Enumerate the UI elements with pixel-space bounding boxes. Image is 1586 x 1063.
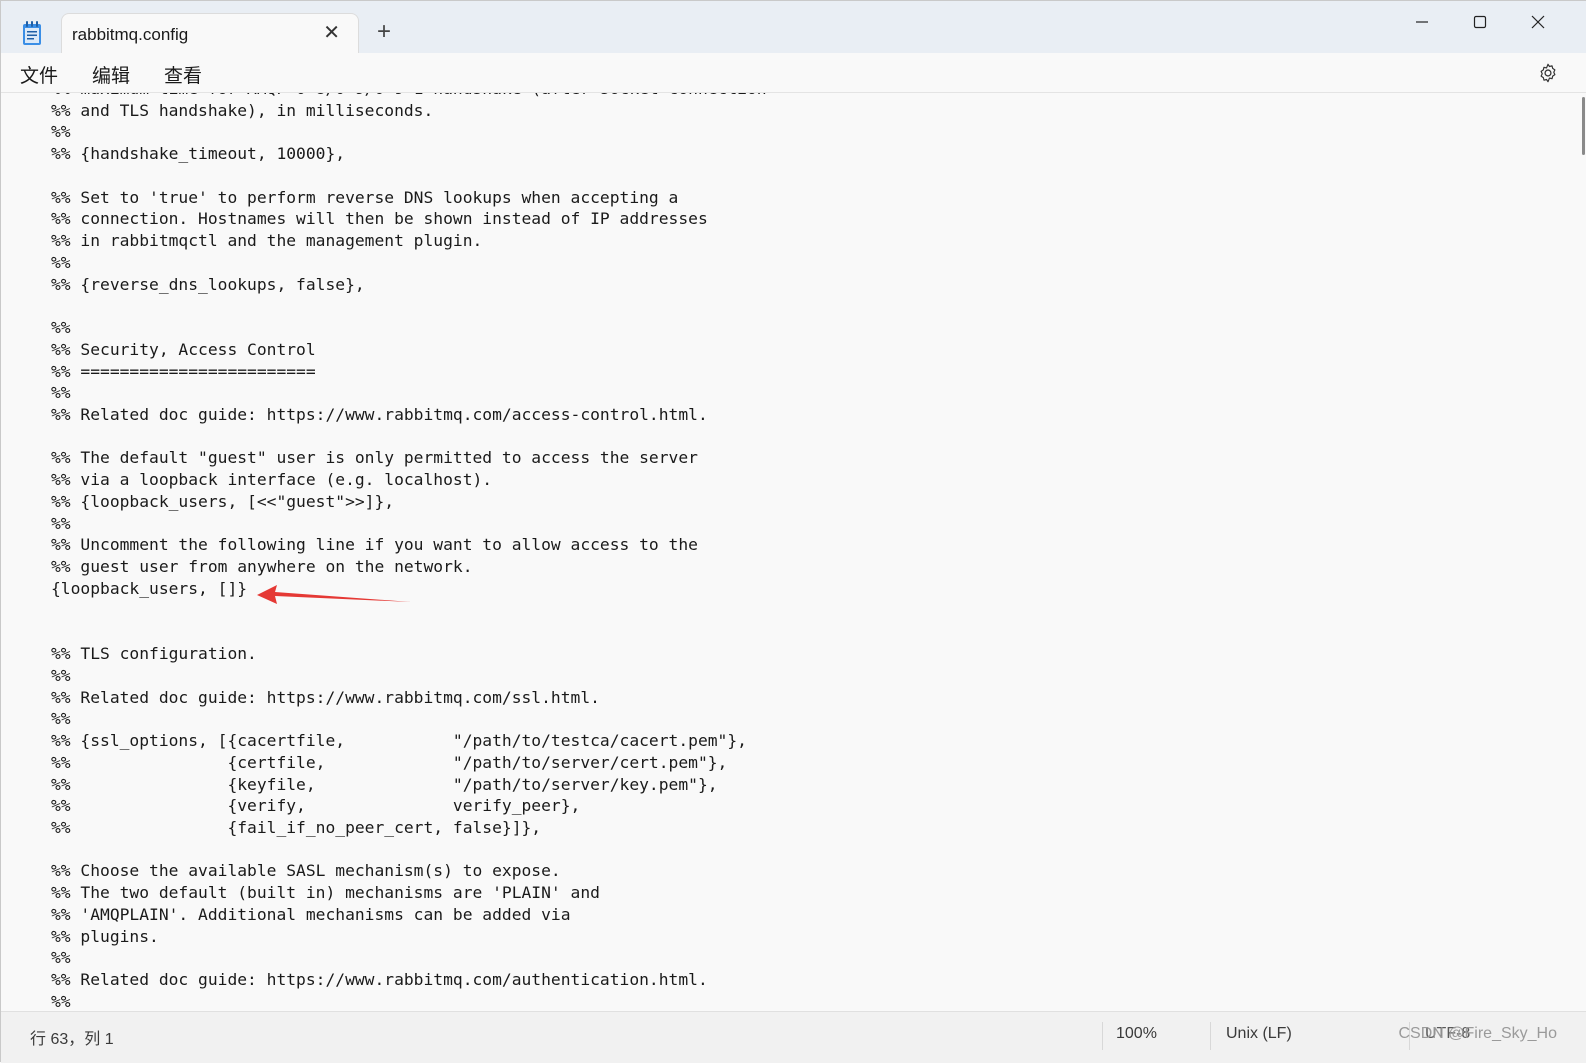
code-line: %% via a loopback interface (e.g. localh… <box>51 470 493 490</box>
tab-label: rabbitmq.config <box>72 25 189 44</box>
settings-gear-icon[interactable] <box>1537 62 1559 84</box>
code-line: %% {loopback_users, [<<"guest">>]}, <box>51 491 395 511</box>
code-line: %% <box>51 122 71 142</box>
code-line: %% <box>51 513 71 533</box>
code-line: %% TLS configuration. <box>51 644 257 664</box>
code-line: %% guest user from anywhere on the netwo… <box>51 557 473 577</box>
tab-rabbitmq-config[interactable]: rabbitmq.config ✕ <box>61 13 359 53</box>
minimize-icon <box>1416 21 1428 23</box>
editor-content: %% maximum time for AMQP 0-8/0-9/0-9-1 h… <box>51 93 767 1011</box>
code-line: %% Uncomment the following line if you w… <box>51 535 698 555</box>
minimize-button[interactable] <box>1399 7 1445 37</box>
code-line: %% Security, Access Control <box>51 339 316 359</box>
close-icon <box>1531 15 1545 29</box>
menu-edit[interactable]: 编辑 <box>92 61 130 88</box>
status-divider <box>1210 1022 1211 1050</box>
code-line: %% and TLS handshake), in milliseconds. <box>51 100 434 120</box>
code-line: %% {handshake_timeout, 10000}, <box>51 144 346 164</box>
code-line: %% ======================== <box>51 361 316 381</box>
line-ending[interactable]: Unix (LF) <box>1226 1025 1292 1043</box>
code-line: %% <box>51 383 71 403</box>
zoom-level[interactable]: 100% <box>1116 1025 1157 1043</box>
code-line: %% Related doc guide: https://www.rabbit… <box>51 405 708 425</box>
notepad-app-icon <box>23 21 41 45</box>
code-line: %% 'AMQPLAIN'. Additional mechanisms can… <box>51 904 571 924</box>
code-line: %% {verify, verify_peer}, <box>51 796 581 816</box>
code-line: %% Related doc guide: https://www.rabbit… <box>51 687 600 707</box>
red-arrow-annotation <box>257 585 411 604</box>
code-line: %% {keyfile, "/path/to/server/key.pem"}, <box>51 774 718 794</box>
notepad-window: rabbitmq.config ✕ + 文件 编辑 查看 %% maximum … <box>0 0 1586 1063</box>
code-line: %% in rabbitmqctl and the management plu… <box>51 231 483 251</box>
code-line: %% connection. Hostnames will then be sh… <box>51 209 708 229</box>
code-line: %% <box>51 665 71 685</box>
status-bar: 行 63，列 1 100% Unix (LF) UTF-8 CSDN @Fire… <box>1 1011 1586 1063</box>
code-line: %% plugins. <box>51 926 159 946</box>
menu-view[interactable]: 查看 <box>164 61 202 88</box>
close-window-button[interactable] <box>1515 7 1561 37</box>
watermark: CSDN @Fire_Sky_Ho <box>1398 1025 1558 1042</box>
text-editor[interactable]: %% maximum time for AMQP 0-8/0-9/0-9-1 h… <box>1 93 1586 1011</box>
vertical-scrollbar[interactable] <box>1582 97 1585 155</box>
code-line: %% Set to 'true' to perform reverse DNS … <box>51 187 679 207</box>
code-line: %% <box>51 252 71 272</box>
maximize-icon <box>1473 15 1487 29</box>
code-line: %% {reverse_dns_lookups, false}, <box>51 274 365 294</box>
code-line: %% The default "guest" user is only perm… <box>51 448 698 468</box>
close-tab-icon[interactable]: ✕ <box>323 23 340 43</box>
new-tab-button[interactable]: + <box>377 20 391 44</box>
code-line: %% {fail_if_no_peer_cert, false}]}, <box>51 817 542 837</box>
maximize-button[interactable] <box>1457 7 1503 37</box>
status-divider <box>1102 1022 1103 1050</box>
code-line: %% {certfile, "/path/to/server/cert.pem"… <box>51 752 728 772</box>
title-bar: rabbitmq.config ✕ + <box>1 1 1586 53</box>
code-line: %% {ssl_options, [{cacertfile, "/path/to… <box>51 731 747 751</box>
code-line: %% maximum time for AMQP 0-8/0-9/0-9-1 h… <box>51 93 767 100</box>
code-line: %% Related doc guide: https://www.rabbit… <box>51 970 708 990</box>
code-line: %% Choose the available SASL mechanism(s… <box>51 861 561 881</box>
code-line: %% <box>51 318 71 338</box>
code-line: %% <box>51 948 71 968</box>
code-line: %% <box>51 709 71 729</box>
menu-file[interactable]: 文件 <box>20 61 58 88</box>
menu-bar: 文件 编辑 查看 <box>1 53 1586 93</box>
code-line: %% <box>51 991 71 1011</box>
code-line: %% The two default (built in) mechanisms… <box>51 883 600 903</box>
cursor-position: 行 63，列 1 <box>30 1031 114 1048</box>
